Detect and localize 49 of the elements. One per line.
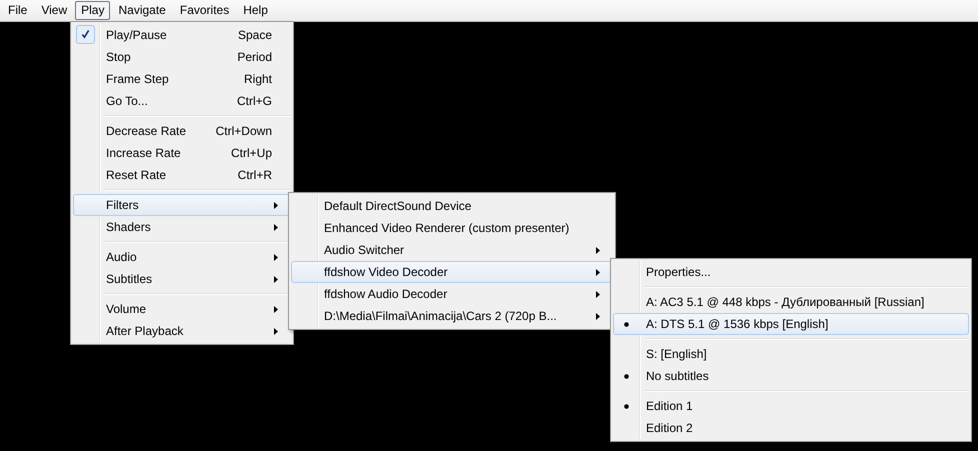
shortcut-text: Ctrl+Down <box>216 124 272 138</box>
menu-item[interactable]: Audio <box>73 246 291 268</box>
menu-item[interactable]: A: DTS 5.1 @ 1536 kbps [English] <box>613 313 969 335</box>
menu-item[interactable]: S: [English] <box>613 343 969 365</box>
shortcut-text: Period <box>237 50 272 64</box>
menu-bar-item[interactable]: Favorites <box>174 1 236 20</box>
menu-item[interactable]: Reset Rate Ctrl+R <box>73 164 291 186</box>
menu-item[interactable]: A: AC3 5.1 @ 448 kbps - Дублированный [Russian] <box>613 291 969 313</box>
menu-item[interactable]: D:\Media\Filmai\Animacija\Cars 2 (720p B... <box>291 305 613 327</box>
submenu-arrow-icon <box>596 290 600 298</box>
menu-item[interactable]: Filters <box>73 194 291 216</box>
menu-item[interactable]: ffdshow Audio Decoder <box>291 283 613 305</box>
shortcut-text: Ctrl+R <box>238 168 272 182</box>
menu-item[interactable]: ffdshow Video Decoder <box>291 261 613 283</box>
shortcut-text: Ctrl+G <box>236 94 272 108</box>
menu-item[interactable]: No subtitles <box>613 365 969 387</box>
shortcut-text: Ctrl+Up <box>230 146 272 160</box>
menu-bar-item[interactable]: File <box>2 1 34 20</box>
shortcut-text: Space <box>238 28 272 42</box>
submenu-arrow-icon <box>596 312 600 320</box>
menu-item[interactable]: Play/Pause Space <box>73 24 291 46</box>
submenu-arrow-icon <box>274 254 278 260</box>
submenu-arrow-icon <box>274 224 278 230</box>
shortcut-text: Right <box>244 72 272 86</box>
submenu-arrow-icon <box>596 246 600 254</box>
menu-item[interactable]: Volume <box>73 298 291 320</box>
submenu-arrow-icon <box>274 328 278 334</box>
submenu-arrow-icon <box>596 268 600 276</box>
menu-item[interactable]: Edition 2 <box>613 417 969 439</box>
menu-item[interactable]: Default DirectSound Device <box>291 195 613 217</box>
submenu-arrow-icon <box>274 276 278 282</box>
submenu-arrow-icon <box>274 306 278 312</box>
menu-item[interactable]: Subtitles <box>73 268 291 290</box>
menu-bar-item[interactable]: Navigate <box>112 1 172 20</box>
menu-item[interactable]: Audio Switcher <box>291 239 613 261</box>
menu-bar-item[interactable]: Play <box>75 1 110 20</box>
menu-item[interactable]: Properties... <box>613 261 969 283</box>
menu-item[interactable]: Increase Rate Ctrl+Up <box>73 142 291 164</box>
menu-item[interactable]: Frame Step Right <box>73 68 291 90</box>
menu-item[interactable]: Edition 1 <box>613 395 969 417</box>
menu-item[interactable]: After Playback <box>73 320 291 342</box>
menu-bar-item[interactable]: View <box>35 1 74 20</box>
menu-item[interactable]: Decrease Rate Ctrl+Down <box>73 120 291 142</box>
menu-bar-item[interactable]: Help <box>237 1 274 20</box>
menu-item[interactable]: Stop Period <box>73 46 291 68</box>
menu-item[interactable]: Go To... Ctrl+G <box>73 90 291 112</box>
menu-item[interactable]: Enhanced Video Renderer (custom presenter) <box>291 217 613 239</box>
menu-item[interactable]: Shaders <box>73 216 291 238</box>
submenu-arrow-icon <box>274 202 278 208</box>
